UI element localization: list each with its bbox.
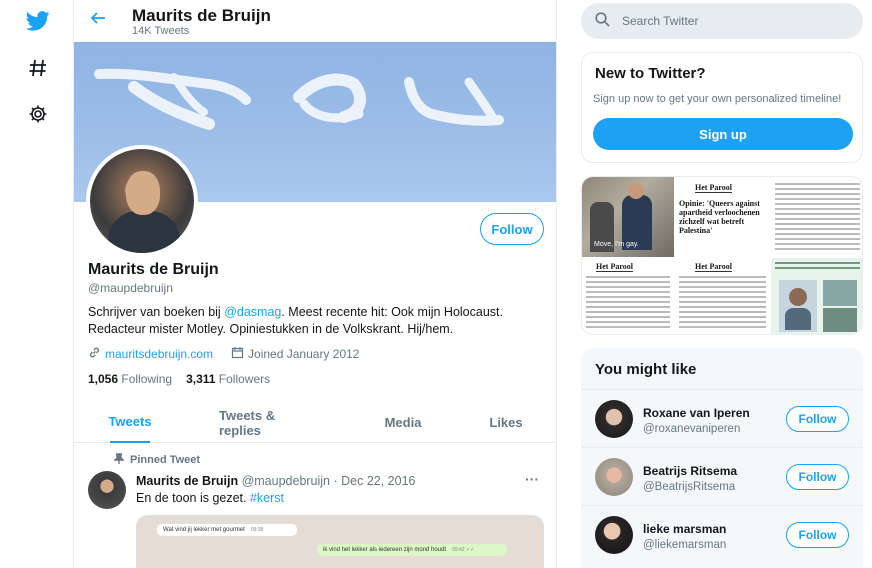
pin-icon <box>113 453 125 467</box>
bio-text-prefix: Schrijver van boeken bij <box>88 305 225 319</box>
following-stat[interactable]: 1,056 Following <box>88 372 172 386</box>
media-newspaper-text[interactable] <box>771 177 862 257</box>
search-placeholder: Search Twitter <box>622 14 699 28</box>
back-arrow-icon[interactable] <box>90 10 110 30</box>
left-navigation <box>0 0 74 568</box>
followers-stat[interactable]: 3,311 Followers <box>186 372 270 386</box>
profile-name: Maurits de Bruijn <box>88 261 219 278</box>
suggestion-handle: @roxanevaniperen <box>643 423 741 435</box>
suggestion-follow-button[interactable]: Follow <box>786 464 849 490</box>
twitter-logo-icon[interactable] <box>23 6 53 36</box>
bio-mention-link[interactable]: @dasmag <box>224 305 281 319</box>
more-options-icon[interactable]: ··· <box>525 471 539 487</box>
suggestion-avatar[interactable] <box>595 516 633 554</box>
profile-column: Maurits de Bruijn 14K Tweets Follow Maur… <box>74 0 557 568</box>
media-newspaper-article-2[interactable]: Het Parool <box>675 258 770 334</box>
new-to-twitter-subtitle: Sign up now to get your own personalized… <box>593 93 842 105</box>
pinned-tweet[interactable]: Pinned Tweet Maurits de Bruijn @maupdebr… <box>74 443 556 568</box>
tweet-media-image[interactable]: Wat vind jij lekker met gourmet 09:38 ik … <box>136 515 544 568</box>
suggestion-handle: @liekemarsman <box>643 539 727 551</box>
tab-tweets[interactable]: Tweets <box>108 402 152 443</box>
pinned-label: Pinned Tweet <box>113 453 200 467</box>
tab-tweets-replies[interactable]: Tweets & replies <box>219 402 315 443</box>
media-video-thumbnail[interactable]: Move, I'm gay. <box>582 177 674 257</box>
tweet-header: Maurits de Bruijn @maupdebruijn · Dec 22… <box>136 474 415 488</box>
hashtag-explore-icon[interactable] <box>23 53 53 83</box>
hashtag-link[interactable]: #kerst <box>250 491 284 505</box>
calendar-icon <box>231 346 244 362</box>
suggestion-name[interactable]: Roxane van Iperen <box>643 406 750 420</box>
suggestion-avatar[interactable] <box>595 400 633 438</box>
opinion-headline: Opinie: 'Queers against apartheid verloo… <box>679 199 760 235</box>
header-name: Maurits de Bruijn <box>132 6 271 25</box>
suggestion-follow-button[interactable]: Follow <box>786 406 849 432</box>
video-caption: Move, I'm gay. <box>594 241 639 248</box>
tab-media[interactable]: Media <box>382 402 424 443</box>
profile-handle: @maupdebruijn <box>88 281 173 295</box>
sidebar: Search Twitter New to Twitter? Sign up n… <box>557 0 872 568</box>
profile-bio: Schrijver van boeken bij @dasmag. Meest … <box>88 304 548 338</box>
you-might-like-title: You might like <box>595 361 697 378</box>
tweet-author-name[interactable]: Maurits de Bruijn <box>136 474 238 488</box>
profile-stats: 1,056 Following 3,311 Followers <box>88 372 270 386</box>
profile-meta: mauritsdebruijn.com Joined January 2012 <box>88 346 359 362</box>
suggestion-row[interactable]: lieke marsman @liekemarsman Follow <box>581 505 863 563</box>
search-icon <box>595 12 610 30</box>
media-preview-grid[interactable]: Move, I'm gay. Het Parool Opinie: 'Queer… <box>581 176 863 335</box>
link-icon <box>88 346 101 362</box>
tweet-author-avatar[interactable] <box>88 471 126 509</box>
follow-button[interactable]: Follow <box>480 213 544 245</box>
search-input[interactable]: Search Twitter <box>581 3 863 39</box>
new-to-twitter-card: New to Twitter? Sign up now to get your … <box>581 52 863 163</box>
suggestion-follow-button[interactable]: Follow <box>786 522 849 548</box>
suggestion-row[interactable]: Beatrijs Ritsema @BeatrijsRitsema Follow <box>581 447 863 505</box>
suggestion-handle: @BeatrijsRitsema <box>643 481 736 493</box>
suggestion-name[interactable]: lieke marsman <box>643 522 726 536</box>
joined-date: Joined January 2012 <box>248 347 360 361</box>
chat-bubble-received: Wat vind jij lekker met gourmet 09:38 <box>157 524 297 536</box>
new-to-twitter-title: New to Twitter? <box>595 65 706 82</box>
settings-gear-icon[interactable] <box>23 99 53 129</box>
signup-button[interactable]: Sign up <box>593 118 853 150</box>
profile-avatar[interactable] <box>86 145 198 257</box>
media-newspaper-opinion[interactable]: Het Parool Opinie: 'Queers against apart… <box>675 177 770 257</box>
profile-header-bar: Maurits de Bruijn 14K Tweets <box>74 0 556 42</box>
header-tweet-count: 14K Tweets <box>132 25 190 37</box>
tab-likes[interactable]: Likes <box>488 402 524 443</box>
you-might-like-panel: You might like Roxane van Iperen @roxane… <box>581 348 863 568</box>
chat-bubble-sent: ik vind het lekker als iedereen zijn mon… <box>317 544 507 556</box>
suggestion-row[interactable]: Roxane van Iperen @roxanevaniperen Follo… <box>581 389 863 447</box>
suggestion-avatar[interactable] <box>595 458 633 496</box>
tweet-text: En de toon is gezet. #kerst <box>136 491 285 505</box>
media-newspaper-article-1[interactable]: Het Parool <box>582 258 674 334</box>
suggestion-name[interactable]: Beatrijs Ritsema <box>643 464 737 478</box>
website-link[interactable]: mauritsdebruijn.com <box>105 347 213 361</box>
tweet-meta: @maupdebruijn · Dec 22, 2016 <box>241 474 416 488</box>
media-newspaper-photos[interactable] <box>771 258 862 334</box>
profile-tabs: Tweets Tweets & replies Media Likes <box>74 402 556 443</box>
